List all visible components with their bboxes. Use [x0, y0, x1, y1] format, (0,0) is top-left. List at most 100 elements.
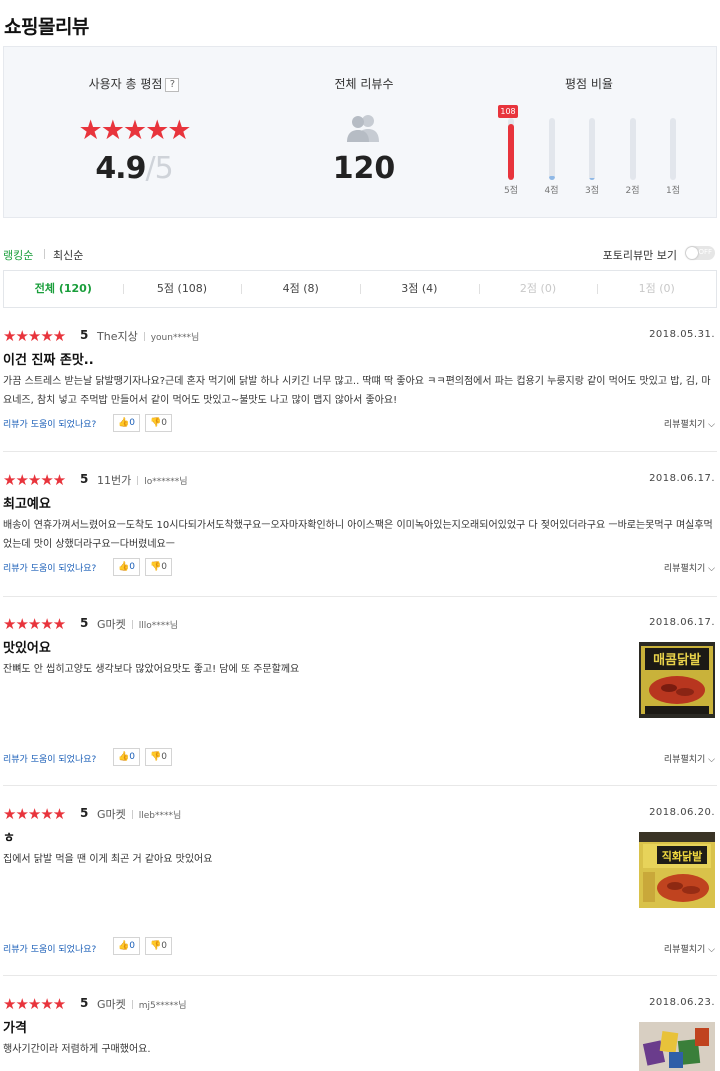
ratio-bar-track [629, 118, 636, 180]
review-item: ★★★★★ 5 G마켓 lllo****님 2018.06.17. 맛있어요 잔뼈… [3, 615, 717, 786]
toggle-state: OFF [698, 248, 712, 256]
review-title: 가격 [3, 1021, 27, 1036]
sort-ranking[interactable]: 랭킹순 [3, 247, 33, 263]
package-label: 직화닭발 [662, 849, 702, 863]
review-date: 2018.06.17. [649, 617, 715, 628]
average-score: 4.9/5 [44, 151, 224, 186]
total-rating-label: 사용자 총 평점 [88, 77, 163, 91]
review-source-name: G마켓 [97, 998, 126, 1011]
total-rating-section: 사용자 총 평점? ★★★★★ 4.9/5 [44, 47, 224, 217]
review-source: 11번가 lo******님 [97, 472, 188, 488]
sort-latest[interactable]: 최신순 [53, 247, 83, 263]
review-date: 2018.06.17. [649, 473, 715, 484]
tab-all[interactable]: 전체 (120) [4, 271, 123, 307]
review-item: ★★★★★ 5 G마켓 lleb****님 2018.06.20. ㅎ 집에서 닭… [3, 805, 717, 976]
review-source-name: 11번가 [97, 474, 132, 487]
review-score: 5 [80, 996, 89, 1010]
review-user: lo******님 [144, 477, 188, 487]
thumbs-down-button[interactable]: 👎0 [145, 558, 172, 576]
ratio-bar-fill [548, 176, 555, 180]
tab-5-points[interactable]: 5점 (108) [122, 271, 242, 307]
review-date: 2018.06.20. [649, 807, 715, 818]
review-item: ★★★★★ 5 11번가 lo******님 2018.06.17. 최고예요 배… [3, 471, 717, 597]
thumbs-down-button[interactable]: 👎0 [145, 937, 172, 955]
sort-bar: 랭킹순 최신순 포토리뷰만 보기 OFF [3, 246, 717, 263]
thumbs-up-button[interactable]: 👍0 [113, 937, 140, 955]
helpful-question: 리뷰가 도움이 되었나요? [3, 755, 97, 765]
ratio-top-count-badge: 108 [498, 105, 518, 118]
review-body: 가끔 스트레스 받는날 닭발땡기자나요?근데 혼자 먹기에 닭발 하나 시키긴 … [3, 376, 711, 406]
thumbs-down-button[interactable]: 👎0 [145, 414, 172, 432]
expand-review-link[interactable]: 리뷰펼치기 ⌵ [664, 752, 715, 765]
tab-3-points[interactable]: 3점 (4) [360, 271, 479, 307]
ratio-bar-track [548, 118, 555, 180]
score-slash: / [145, 151, 155, 186]
review-title: 최고예요 [3, 497, 51, 512]
review-body: 잔뼈도 안 씹히고양도 생각보다 많았어요맛도 좋고! 담에 또 주문할께요 [3, 664, 300, 675]
expand-review-link[interactable]: 리뷰펼치기 ⌵ [664, 417, 715, 430]
review-score: 5 [80, 472, 89, 486]
product-photo [639, 1022, 715, 1071]
helpful-question: 리뷰가 도움이 되었나요? [3, 420, 97, 430]
review-user: lleb****님 [138, 811, 182, 821]
review-photo[interactable]: 직화닭발 [639, 832, 715, 908]
review-divider [3, 451, 717, 452]
rating-ratio-title: 평점 비율 [565, 77, 613, 91]
review-source-name: G마켓 [97, 618, 126, 631]
review-source: G마켓 lllo****님 [97, 616, 178, 632]
review-source: The지상 youn****님 [97, 328, 199, 344]
thumbs-up-button[interactable]: 👍0 [113, 414, 140, 432]
total-rating-title: 사용자 총 평점? [44, 75, 224, 92]
people-icon [347, 115, 379, 142]
review-count-section: 전체 리뷰수 120 [284, 47, 444, 217]
review-title: 이건 진짜 존맛.. [3, 353, 94, 368]
thumbs-down-button[interactable]: 👎0 [145, 748, 172, 766]
thumbs-up-button[interactable]: 👍0 [113, 558, 140, 576]
expand-review-link[interactable]: 리뷰펼치기 ⌵ [664, 561, 715, 574]
review-score: 5 [80, 806, 89, 820]
rating-ratio-section: 평점 비율 108 5점 4점 3점 2점 1점 [474, 47, 704, 217]
tab-2-points: 2점 (0) [478, 271, 598, 307]
review-divider [3, 975, 717, 976]
helpful-question: 리뷰가 도움이 되었나요? [3, 945, 97, 955]
review-stars: ★★★★★ [3, 805, 66, 823]
ratio-bar-label: 3점 [584, 186, 599, 196]
review-score: 5 [80, 328, 89, 342]
rating-ratio-bars: 108 5점 4점 3점 2점 1점 [474, 105, 704, 215]
review-count-title: 전체 리뷰수 [334, 77, 394, 91]
ratio-bar-track [670, 118, 676, 180]
review-body: 행사기간이라 저렴하게 구매했어요. [3, 1044, 151, 1055]
review-date: 2018.05.31. [649, 329, 715, 340]
package-label: 매콤닭발 [653, 652, 701, 668]
score-filter-tabs: 전체 (120) 5점 (108) 4점 (8) 3점 (4) 2점 (0) 1… [3, 270, 717, 308]
review-user: youn****님 [150, 333, 200, 343]
review-source-name: G마켓 [97, 808, 126, 821]
review-title: ㅎ [3, 831, 15, 846]
sort-divider [44, 249, 45, 259]
ratio-bar-fill [589, 178, 595, 180]
expand-review-link[interactable]: 리뷰펼치기 ⌵ [664, 942, 715, 955]
review-count-value: 120 [332, 151, 396, 186]
thumbs-up-button[interactable]: 👍0 [113, 748, 140, 766]
tab-4-points[interactable]: 4점 (8) [241, 271, 360, 307]
tab-1-points: 1점 (0) [597, 271, 716, 307]
review-title: 맛있어요 [3, 641, 51, 656]
review-divider [3, 596, 717, 597]
review-source-name: The지상 [97, 330, 138, 343]
photo-review-toggle[interactable]: OFF [685, 246, 715, 260]
rating-stars: ★★★★★ [78, 115, 191, 146]
help-icon[interactable]: ? [165, 78, 180, 92]
review-user: mj5*****님 [138, 1001, 187, 1011]
ratio-bar-label: 4점 [544, 186, 559, 196]
page-title: 쇼핑몰리뷰 [4, 16, 89, 38]
ratio-bar-label: 2점 [625, 186, 640, 196]
rating-summary: 사용자 총 평점? ★★★★★ 4.9/5 전체 리뷰수 120 평점 비율 1… [3, 46, 717, 218]
review-photo[interactable] [639, 1022, 715, 1071]
review-photo[interactable]: 매콤닭발 [639, 642, 715, 718]
score-value: 4.9 [95, 151, 146, 186]
review-user: lllo****님 [138, 621, 179, 631]
review-body: 배송이 연휴가껴서느렸어요ㅡ도착도 10시다되가서도착했구요ㅡ오자마자확인하니 … [3, 520, 713, 550]
toggle-knob [686, 247, 698, 259]
product-photo: 직화닭발 [639, 832, 715, 908]
score-max: 5 [154, 151, 174, 186]
